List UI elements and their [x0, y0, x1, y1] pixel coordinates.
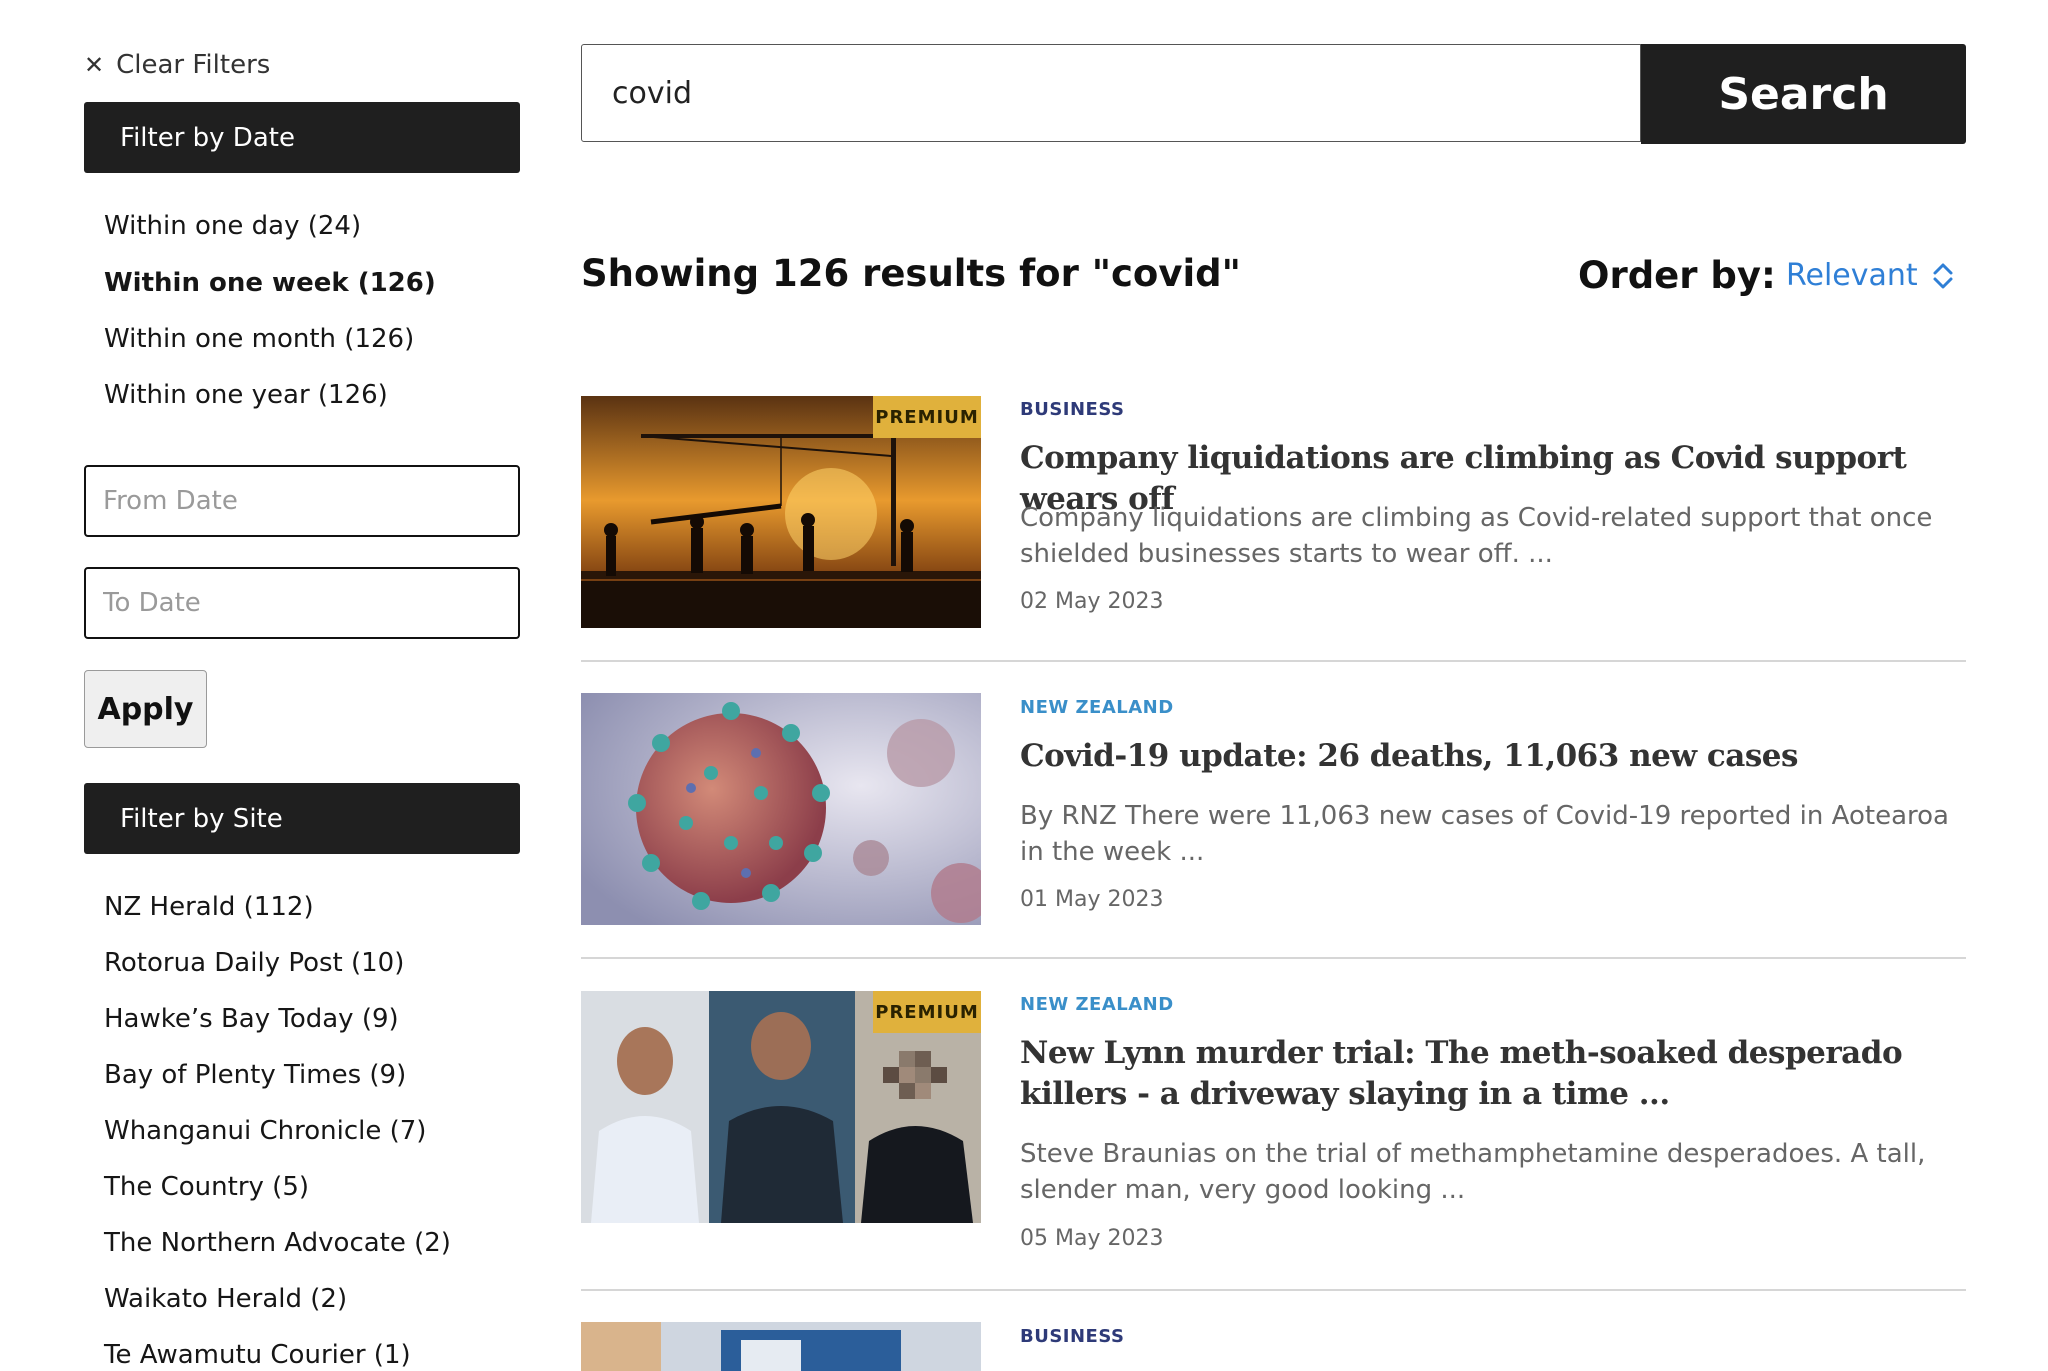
site-option-nz-herald[interactable]: NZ Herald (112) — [104, 892, 314, 922]
site-option-waikato-herald[interactable]: Waikato Herald (2) — [104, 1284, 347, 1314]
search-input[interactable] — [581, 44, 1641, 142]
from-date-field[interactable] — [84, 465, 520, 537]
result-category[interactable]: BUSINESS — [1020, 399, 1124, 420]
site-option-te-awamutu-courier[interactable]: Te Awamutu Courier (1) — [104, 1340, 411, 1370]
site-option-whanganui-chronicle[interactable]: Whanganui Chronicle (7) — [104, 1116, 426, 1146]
sort-chevrons-icon — [1933, 263, 1953, 288]
result-divider — [581, 1289, 1966, 1291]
site-option-the-country[interactable]: The Country (5) — [104, 1172, 309, 1202]
result-date: 05 May 2023 — [1020, 1226, 1164, 1251]
site-option-rotorua-daily-post[interactable]: Rotorua Daily Post (10) — [104, 948, 404, 978]
virus-illustration-image — [581, 693, 981, 925]
order-by-select[interactable]: Relevant — [1786, 258, 1954, 293]
site-option-hawkes-bay-today[interactable]: Hawke’s Bay Today (9) — [104, 1004, 399, 1034]
to-date-field[interactable] — [84, 567, 520, 639]
premium-badge: PREMIUM — [873, 991, 981, 1033]
result-summary: By RNZ There were 11,063 new cases of Co… — [1020, 801, 1949, 867]
result-category[interactable]: BUSINESS — [1020, 1326, 1124, 1347]
apply-button[interactable]: Apply — [84, 670, 207, 748]
premium-badge: PREMIUM — [873, 396, 981, 438]
order-by-label: Order by: — [1578, 254, 1776, 297]
site-option-northern-advocate[interactable]: The Northern Advocate (2) — [104, 1228, 451, 1258]
order-by-value: Relevant — [1786, 258, 1918, 293]
search-button[interactable]: Search — [1641, 44, 1966, 144]
date-option-week[interactable]: Within one week (126) — [104, 268, 436, 298]
clear-filters-button[interactable]: ✕ Clear Filters — [84, 46, 270, 84]
date-option-month[interactable]: Within one month (126) — [104, 324, 414, 354]
result-title[interactable]: Covid-19 update: 26 deaths, 11,063 new c… — [1020, 736, 1950, 777]
result-thumbnail[interactable]: PREMIUM — [581, 396, 981, 628]
result-summary: Steve Braunias on the trial of methamphe… — [1020, 1139, 1926, 1205]
result-divider — [581, 660, 1966, 662]
result-summary: Company liquidations are climbing as Cov… — [1020, 503, 1933, 569]
close-icon: ✕ — [84, 51, 105, 79]
clear-filters-label: Clear Filters — [116, 50, 271, 80]
result-divider — [581, 957, 1966, 959]
date-option-day[interactable]: Within one day (24) — [104, 211, 361, 241]
result-title[interactable]: New Lynn murder trial: The meth-soaked d… — [1020, 1033, 1950, 1115]
filter-by-site-header[interactable]: Filter by Site — [84, 783, 520, 854]
result-thumbnail[interactable]: PREMIUM — [581, 991, 981, 1223]
filter-by-date-label: Filter by Date — [120, 122, 295, 153]
result-date: 01 May 2023 — [1020, 887, 1164, 912]
date-option-year[interactable]: Within one year (126) — [104, 380, 388, 410]
site-option-bay-of-plenty-times[interactable]: Bay of Plenty Times (9) — [104, 1060, 406, 1090]
result-category[interactable]: NEW ZEALAND — [1020, 697, 1174, 718]
filter-by-date-header[interactable]: Filter by Date — [84, 102, 520, 173]
result-category[interactable]: NEW ZEALAND — [1020, 994, 1174, 1015]
result-thumbnail[interactable] — [581, 693, 981, 925]
filter-by-site-label: Filter by Site — [120, 803, 283, 834]
result-thumbnail[interactable] — [581, 1322, 981, 1371]
article-image — [581, 1322, 981, 1371]
result-date: 02 May 2023 — [1020, 589, 1164, 614]
results-count-heading: Showing 126 results for "covid" — [581, 252, 1241, 295]
